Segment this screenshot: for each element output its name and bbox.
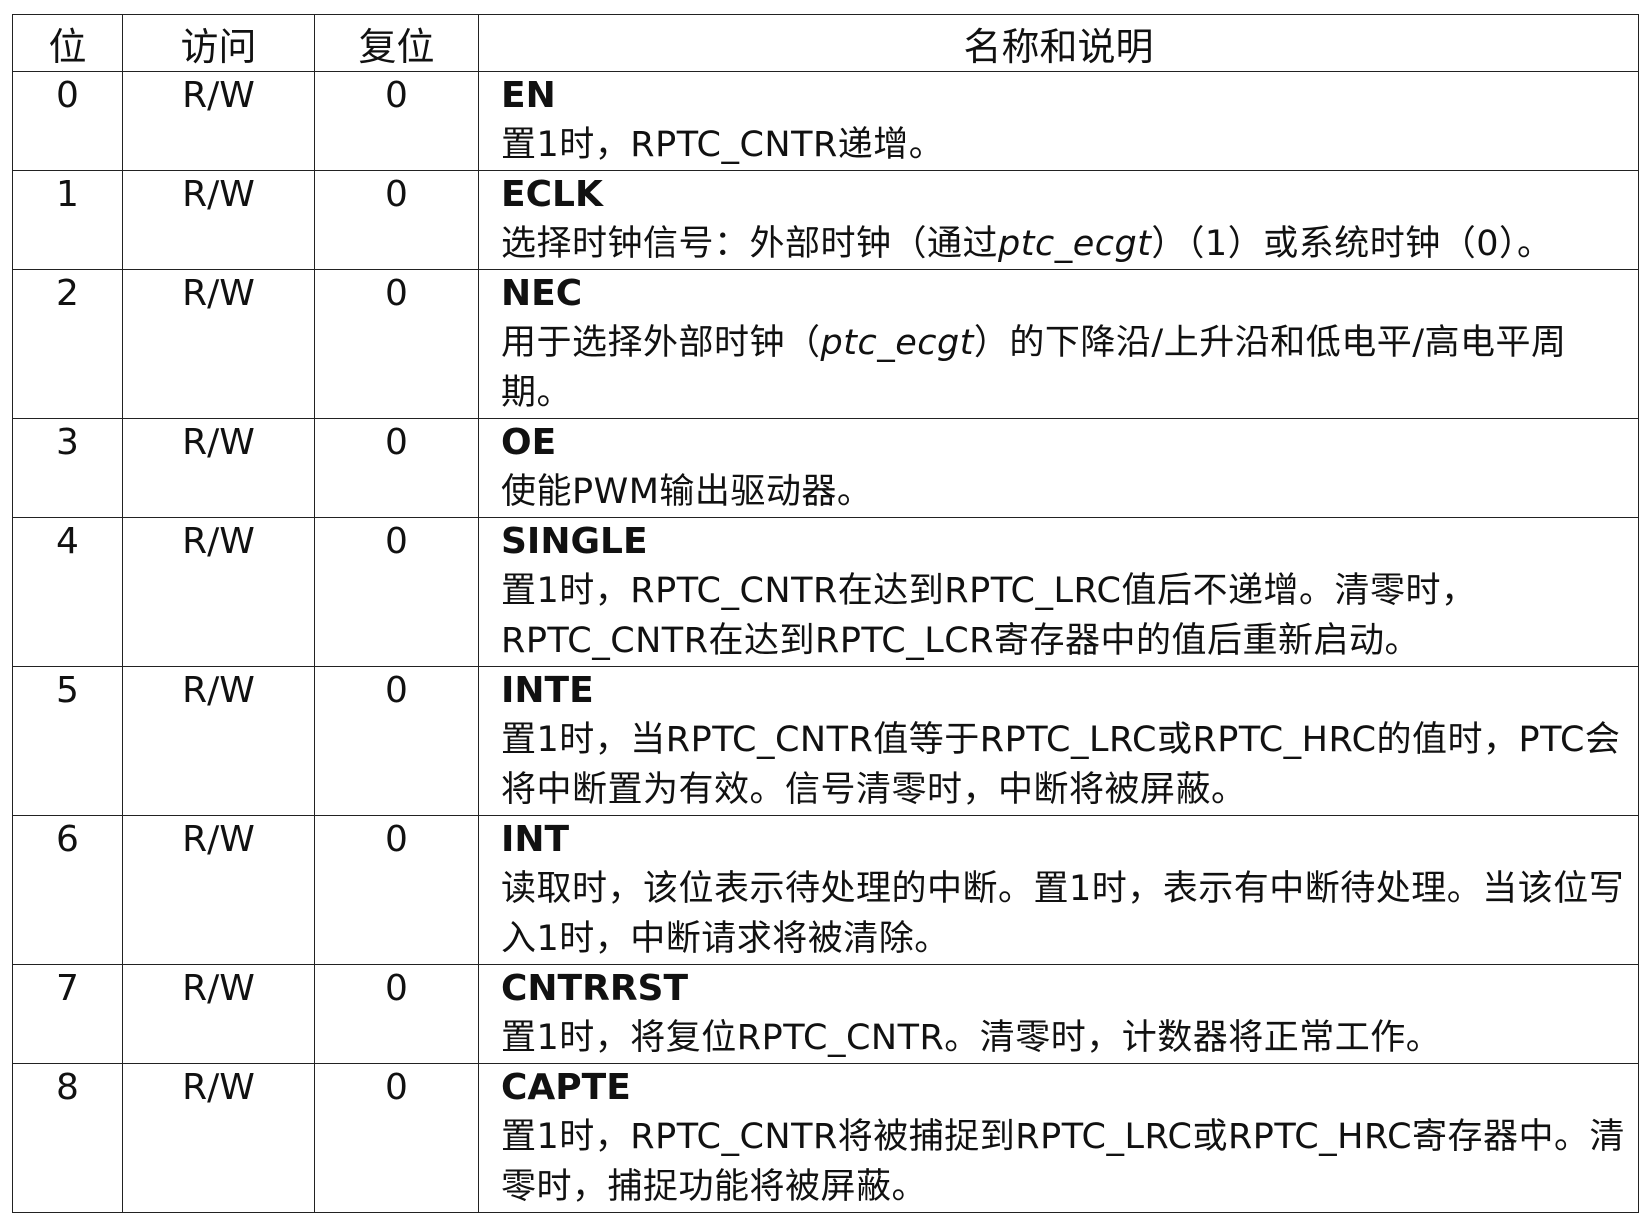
field-name: SINGLE <box>501 521 648 562</box>
bit-cell: 7 <box>12 964 123 1064</box>
reset-cell: 0 <box>314 815 479 965</box>
description-cell: OE 使能PWM输出驱动器。 <box>478 418 1639 518</box>
table-row: 6 R/W 0 INT 读取时，该位表示待处理的中断。置1时，表示有中断待处理。… <box>12 815 1639 965</box>
access-cell: R/W <box>122 1063 315 1213</box>
field-description: 置1时，将复位RPTC_CNTR。清零时，计数器将正常工作。 <box>501 1018 1442 1058</box>
table-row: 5 R/W 0 INTE 置1时，当RPTC_CNTR值等于RPTC_LRC或R… <box>12 666 1639 816</box>
register-bit-table: 位 访问 复位 名称和说明 0 R/W 0 EN 置1时，RPTC_CNTR递增… <box>12 14 1639 1213</box>
bit-cell: 0 <box>12 71 123 171</box>
table-row: 8 R/W 0 CAPTE 置1时，RPTC_CNTR将被捕捉到RPTC_LRC… <box>12 1063 1639 1213</box>
access-cell: R/W <box>122 269 315 419</box>
field-description: 置1时，RPTC_CNTR将被捕捉到RPTC_LRC或RPTC_HRC寄存器中。… <box>501 1117 1626 1207</box>
access-cell: R/W <box>122 964 315 1064</box>
table-row: 2 R/W 0 NEC 用于选择外部时钟（ptc_ecgt）的下降沿/上升沿和低… <box>12 269 1639 419</box>
bit-cell: 2 <box>12 269 123 419</box>
signal-name: ptc_ecgt <box>998 224 1152 264</box>
description-cell: INT 读取时，该位表示待处理的中断。置1时，表示有中断待处理。当该位写入1时，… <box>478 815 1639 965</box>
field-name: NEC <box>501 273 583 314</box>
field-description: 使能PWM输出驱动器。 <box>501 472 873 512</box>
field-description: 置1时，当RPTC_CNTR值等于RPTC_LRC或RPTC_HRC的值时，PT… <box>501 720 1621 810</box>
description-cell: SINGLE 置1时，RPTC_CNTR在达到RPTC_LRC值后不递增。清零时… <box>478 517 1639 667</box>
description-cell: CAPTE 置1时，RPTC_CNTR将被捕捉到RPTC_LRC或RPTC_HR… <box>478 1063 1639 1213</box>
description-cell: INTE 置1时，当RPTC_CNTR值等于RPTC_LRC或RPTC_HRC的… <box>478 666 1639 816</box>
header-reset: 复位 <box>314 14 479 72</box>
reset-cell: 0 <box>314 269 479 419</box>
field-description: 读取时，该位表示待处理的中断。置1时，表示有中断待处理。当该位写入1时，中断请求… <box>501 869 1625 959</box>
bit-cell: 3 <box>12 418 123 518</box>
table-header-row: 位 访问 复位 名称和说明 <box>12 14 1639 72</box>
reset-cell: 0 <box>314 517 479 667</box>
description-cell: NEC 用于选择外部时钟（ptc_ecgt）的下降沿/上升沿和低电平/高电平周期… <box>478 269 1639 419</box>
description-cell: CNTRRST 置1时，将复位RPTC_CNTR。清零时，计数器将正常工作。 <box>478 964 1639 1064</box>
field-name: OE <box>501 422 557 463</box>
access-cell: R/W <box>122 71 315 171</box>
reset-cell: 0 <box>314 964 479 1064</box>
bit-cell: 5 <box>12 666 123 816</box>
reset-cell: 0 <box>314 71 479 171</box>
field-description-text: 选择时钟信号：外部时钟（通过 <box>501 224 999 264</box>
header-bit: 位 <box>12 14 123 72</box>
signal-name: ptc_ecgt <box>820 323 974 363</box>
reset-cell: 0 <box>314 170 479 270</box>
field-description: 置1时，RPTC_CNTR递增。 <box>501 125 945 165</box>
description-cell: EN 置1时，RPTC_CNTR递增。 <box>478 71 1639 171</box>
description-cell: ECLK 选择时钟信号：外部时钟（通过ptc_ecgt）（1）或系统时钟（0）。 <box>478 170 1639 270</box>
field-description-text: ）（1）或系统时钟（0）。 <box>1151 224 1553 264</box>
field-name: INT <box>501 819 570 860</box>
field-name: INTE <box>501 670 594 711</box>
bit-cell: 1 <box>12 170 123 270</box>
field-description: 选择时钟信号：外部时钟（通过ptc_ecgt）（1）或系统时钟（0）。 <box>501 219 1628 269</box>
field-description: 置1时，RPTC_CNTR在达到RPTC_LRC值后不递增。清零时，RPTC_C… <box>501 571 1477 661</box>
field-name: ECLK <box>501 174 603 215</box>
table-row: 7 R/W 0 CNTRRST 置1时，将复位RPTC_CNTR。清零时，计数器… <box>12 964 1639 1064</box>
reset-cell: 0 <box>314 666 479 816</box>
reset-cell: 0 <box>314 418 479 518</box>
field-name: CAPTE <box>501 1067 631 1108</box>
register-bit-table-container: 位 访问 复位 名称和说明 0 R/W 0 EN 置1时，RPTC_CNTR递增… <box>12 14 1639 1213</box>
access-cell: R/W <box>122 815 315 965</box>
field-name: CNTRRST <box>501 968 689 1009</box>
table-row: 4 R/W 0 SINGLE 置1时，RPTC_CNTR在达到RPTC_LRC值… <box>12 517 1639 667</box>
bit-cell: 4 <box>12 517 123 667</box>
access-cell: R/W <box>122 517 315 667</box>
table-row: 3 R/W 0 OE 使能PWM输出驱动器。 <box>12 418 1639 518</box>
access-cell: R/W <box>122 170 315 270</box>
field-description-text: 用于选择外部时钟（ <box>501 323 821 363</box>
access-cell: R/W <box>122 666 315 816</box>
reset-cell: 0 <box>314 1063 479 1213</box>
header-description: 名称和说明 <box>478 14 1639 72</box>
bit-cell: 8 <box>12 1063 123 1213</box>
field-description: 用于选择外部时钟（ptc_ecgt）的下降沿/上升沿和低电平/高电平周期。 <box>501 318 1628 418</box>
table-row: 1 R/W 0 ECLK 选择时钟信号：外部时钟（通过ptc_ecgt）（1）或… <box>12 170 1639 270</box>
table-row: 0 R/W 0 EN 置1时，RPTC_CNTR递增。 <box>12 71 1639 171</box>
access-cell: R/W <box>122 418 315 518</box>
header-access: 访问 <box>122 14 315 72</box>
bit-cell: 6 <box>12 815 123 965</box>
field-name: EN <box>501 75 556 116</box>
